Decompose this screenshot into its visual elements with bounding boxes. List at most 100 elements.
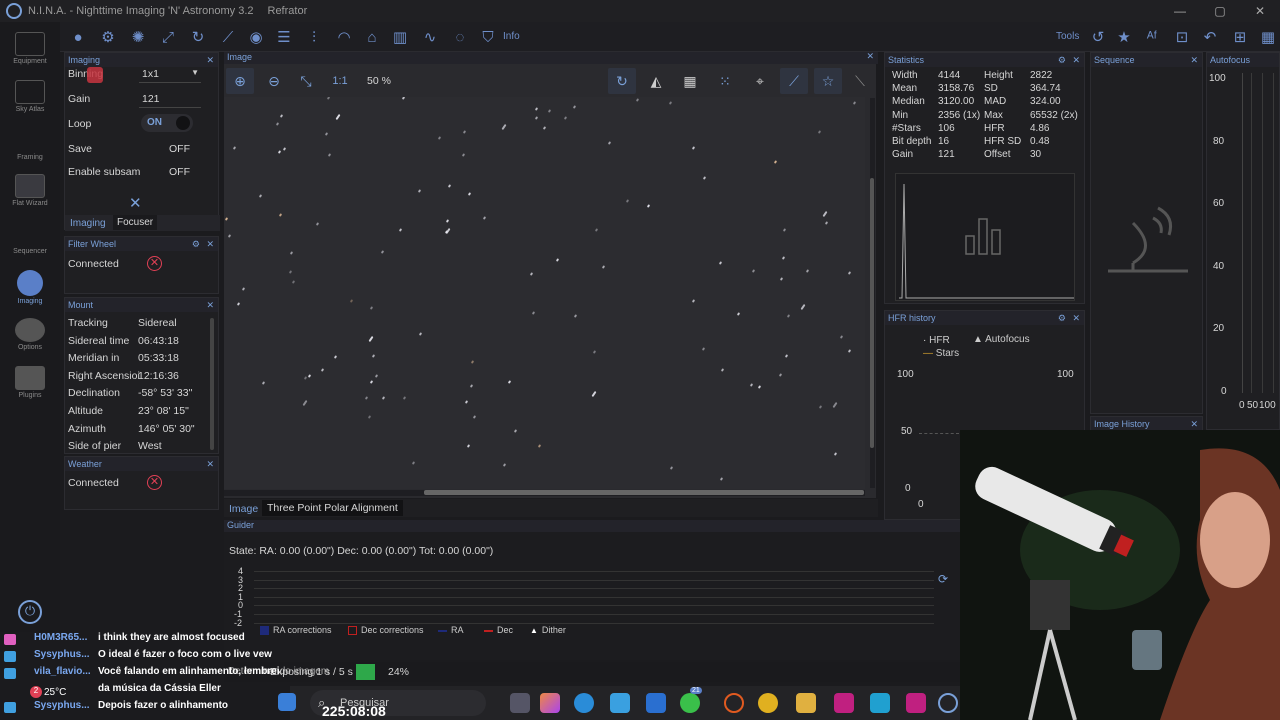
rotator-icon[interactable]: ⤢ [158,27,178,47]
guider-settings-icon[interactable]: ⟳ [938,572,958,590]
settings-icon[interactable]: ⚙ [1058,53,1066,67]
refresh-icon[interactable]: ↻ [608,68,636,94]
weather-widget[interactable]: 2 25°C [30,686,66,700]
app-icon[interactable] [834,693,854,713]
origin-icon[interactable] [724,693,744,713]
safety-icon[interactable]: ⛉ [478,27,498,47]
bulb-icon[interactable]: ◌ [450,27,470,47]
list-icon[interactable]: ☰ [274,27,294,47]
crosshair-icon[interactable]: ⌖ [746,68,774,94]
mirror-icon[interactable]: ◭ [642,68,670,94]
stretch-icon[interactable]: ⟋ [780,68,808,94]
refresh-icon[interactable]: ↺ [1088,27,1108,47]
gain-input[interactable]: 121 [139,90,201,108]
subsample-toggle[interactable]: OFF [169,166,190,178]
star-grid-icon[interactable]: ⁙ [711,68,739,94]
settings-icon[interactable]: ⚙ [1058,311,1066,325]
close-icon[interactable]: ✕ [206,457,214,471]
close-icon[interactable]: ✕ [129,194,142,212]
target-icon[interactable]: ⊡ [1172,27,1192,47]
nav-framing[interactable]: Framing [0,128,60,161]
chat-badge-icon [4,651,16,662]
tab-image[interactable]: Image [229,503,258,515]
ratio-button[interactable]: 1:1 [326,68,354,94]
grid-icon[interactable]: ▦ [1258,27,1278,47]
minimize-icon[interactable]: — [1160,0,1200,22]
app-icon[interactable] [870,693,890,713]
file-explorer-icon[interactable] [796,693,816,713]
vertical-scrollbar[interactable] [870,98,875,488]
loop-toggle[interactable]: ON [141,114,193,132]
chart-icon[interactable]: ▥ [390,27,410,47]
whatsapp-icon[interactable]: 21 [680,687,702,713]
star-detect-icon[interactable]: ☆ [814,68,842,94]
af-icon[interactable]: ᴬᶠ [1142,27,1162,47]
zoom-out-icon[interactable]: ⊖ [260,68,288,94]
store-icon[interactable] [610,693,630,713]
focuser-icon[interactable]: ✺ [128,27,148,47]
info-link[interactable]: Info [503,31,520,42]
save-toggle[interactable]: OFF [169,143,190,155]
zoom-in-icon[interactable]: ⊕ [226,68,254,94]
observatory-icon[interactable]: ⌂ [362,27,382,47]
close-icon[interactable]: ✕ [206,237,214,251]
tab-focuser[interactable]: Focuser [113,215,158,230]
nav-equipment[interactable]: Equipment [0,32,60,65]
copilot-icon[interactable] [540,693,560,713]
close-icon[interactable]: ✕ [1190,417,1198,431]
windows-start-icon[interactable] [278,693,296,711]
image-tabs: Image Three Point Polar Alignment [224,499,878,517]
filter-wheel-icon[interactable]: ⚙ [98,27,118,47]
close-icon[interactable]: ✕ [206,298,214,312]
tab-imaging[interactable]: Imaging [70,218,106,229]
annotate-icon[interactable]: ⟍ [846,68,874,94]
scrollbar[interactable] [210,318,214,450]
binning-select[interactable]: 1x1 ▼ [139,65,201,83]
grid-icon[interactable]: ▦ [676,68,704,94]
guider-panel: State: RA: 0.00 (0.00") Dec: 0.00 (0.00"… [224,532,960,660]
dome-icon[interactable]: ◠ [334,27,354,47]
close-icon[interactable]: ✕ [1072,53,1080,67]
horizontal-scrollbar[interactable] [224,490,865,496]
history-icon[interactable]: ↶ [1200,27,1220,47]
edge-icon[interactable] [574,693,594,713]
hfr-y-tick: 100 [897,369,914,380]
close-icon[interactable]: ✕ [866,51,874,62]
close-icon[interactable]: ✕ [1072,311,1080,325]
calculator-icon[interactable]: ⊞ [1230,27,1250,47]
switch-icon[interactable]: ⫶ [304,27,324,47]
nina-taskbar-icon[interactable] [938,693,958,713]
star-icon[interactable]: ★ [1114,27,1134,47]
nav-imaging[interactable]: Imaging [0,270,60,305]
maximize-icon[interactable]: ▢ [1200,0,1240,22]
power-icon[interactable]: ⏻ [18,600,42,624]
close-icon[interactable]: ✕ [1190,53,1198,67]
trend-icon[interactable]: ∿ [420,27,440,47]
app-icon[interactable] [906,693,926,713]
telescope-icon[interactable]: ⟋ [218,27,238,47]
mount-label: Right Ascensioi [68,369,140,382]
task-view-icon[interactable] [510,693,530,713]
nav-flat-wizard[interactable]: Flat Wizard [0,174,60,207]
fit-icon[interactable]: ⤡ [292,68,320,94]
guider-icon[interactable]: ◉ [246,27,266,47]
nav-sky-atlas[interactable]: Sky Atlas [0,80,60,113]
guider-gridline [254,622,934,624]
guider-state: State: RA: 0.00 (0.00") Dec: 0.00 (0.00"… [229,545,494,557]
star [757,385,762,389]
nav-plugins[interactable]: Plugins [0,366,60,399]
chrome-icon[interactable] [758,693,778,713]
star [288,270,293,274]
camera-icon[interactable]: ● [68,27,88,47]
captured-image[interactable] [224,97,865,489]
nav-sequencer[interactable]: Sequencer [0,222,60,255]
settings-icon[interactable]: ⚙ [192,237,200,251]
app-icon[interactable] [646,693,666,713]
nav-options[interactable]: Options [0,318,60,351]
close-icon[interactable]: ✕ [206,53,214,67]
stat-label: Median [892,96,925,108]
tools-link[interactable]: Tools [1056,31,1079,42]
rotate-icon[interactable]: ↻ [188,27,208,47]
tab-three-point-polar-alignment[interactable]: Three Point Polar Alignment [262,500,403,516]
close-icon[interactable]: ✕ [1240,0,1280,22]
